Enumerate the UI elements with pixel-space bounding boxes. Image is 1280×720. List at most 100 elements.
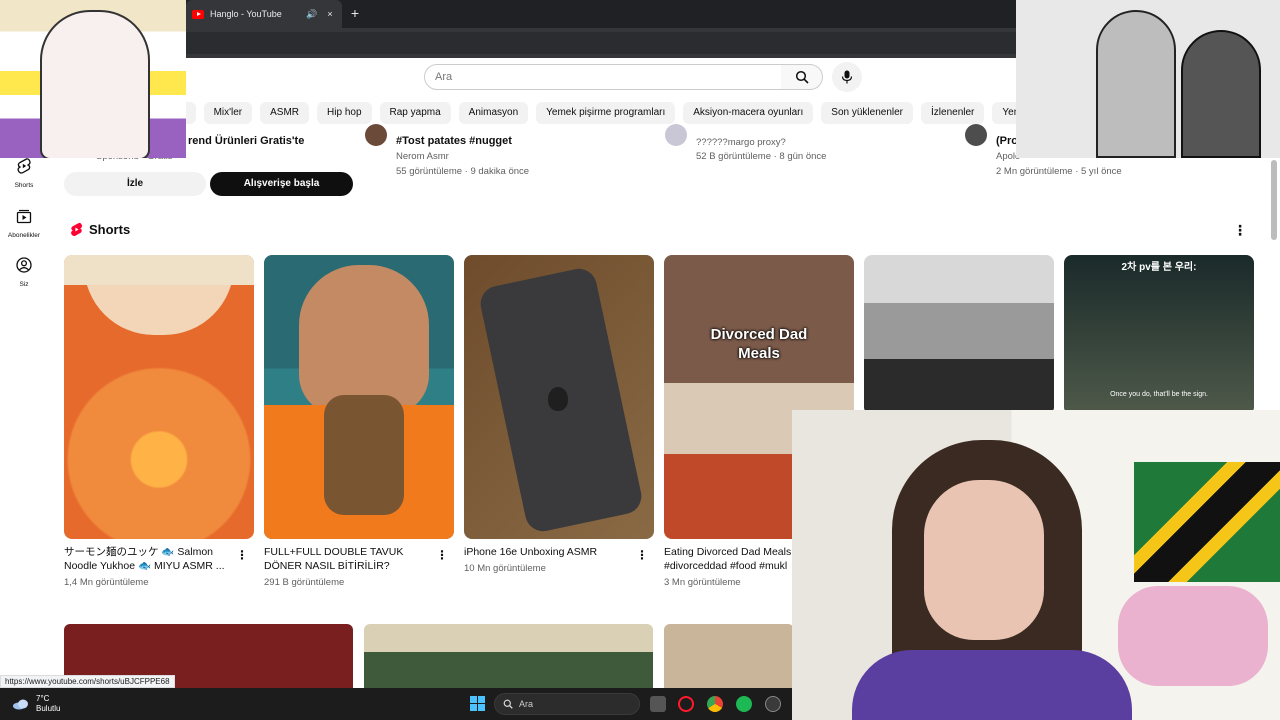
browser-tab[interactable]: Hanglo - YouTube 🔊 × (186, 0, 342, 28)
cloud-icon (13, 699, 28, 710)
channel-name[interactable]: Nerom Asmr (396, 151, 449, 162)
avatar[interactable] (365, 124, 387, 146)
ad-title[interactable]: rend Ürünleri Gratis'te (188, 135, 304, 147)
overlay-webcam (792, 410, 1280, 720)
webcam-flag (1134, 462, 1280, 582)
taskbar: 7°C Bulutlu Ara (0, 688, 800, 720)
app-icon[interactable] (765, 696, 781, 712)
shorts-icon (17, 158, 31, 174)
chip[interactable]: Yemek pişirme programları (536, 102, 676, 124)
short-views: 10 Mn görüntüleme (464, 563, 546, 574)
chip[interactable]: Aksiyon-macera oyunları (683, 102, 814, 124)
browser-tab-strip: Hanglo - YouTube 🔊 × + (186, 0, 1016, 28)
short-thumbnail[interactable] (64, 255, 254, 539)
overlay-manga-art-right (1016, 0, 1280, 158)
short-thumbnail[interactable] (864, 255, 1054, 415)
new-tab-button[interactable]: + (346, 5, 364, 21)
chip[interactable]: İzlenenler (921, 102, 985, 124)
filter-chips-bar: nMix'lerASMRHip hopRap yapmaAnimasyonYem… (170, 102, 1016, 124)
opera-icon[interactable] (678, 696, 694, 712)
search-icon (795, 70, 809, 84)
chip[interactable]: Yeni öneriler (992, 102, 1016, 124)
microphone-icon (841, 70, 853, 84)
overlay-anime-art-left (0, 0, 186, 158)
status-url: https://www.youtube.com/shorts/uBJCFPPE6… (0, 675, 175, 688)
chip[interactable]: ASMR (260, 102, 310, 124)
short-thumbnail[interactable] (264, 255, 454, 539)
shelf-title: Shorts (89, 222, 131, 237)
chrome-icon[interactable] (707, 696, 723, 712)
manga-figure (1096, 10, 1176, 158)
video-meta: 52 B görüntüleme · 8 gün önce (696, 151, 827, 162)
video-title[interactable]: (Pro (996, 135, 1018, 147)
taskbar-search[interactable]: Ara (494, 693, 640, 715)
short-thumbnail[interactable] (464, 255, 654, 539)
thumbnail-overlay-text: Divorced Dad Meals (710, 326, 808, 362)
short-title[interactable]: iPhone 16e Unboxing ASMR (464, 545, 634, 559)
shorts-shelf-header: Shorts (70, 222, 130, 237)
chip[interactable]: Rap yapma (379, 102, 451, 124)
short-views: 291 B görüntüleme (264, 577, 345, 588)
chip[interactable]: Hip hop (317, 102, 372, 124)
temperature: 7°C (36, 694, 50, 703)
more-options-icon[interactable]: ⋮ (236, 548, 248, 562)
guide-label-shorts: Shorts (14, 182, 34, 189)
subscriptions-icon (16, 209, 32, 224)
scrollbar[interactable] (1271, 160, 1277, 240)
address-bar (186, 28, 1016, 58)
guide-item-you[interactable]: Siz (0, 257, 48, 288)
guide-item-subscriptions[interactable]: Abonelikler (0, 208, 48, 239)
video-meta: 55 görüntüleme · 9 dakika önce (396, 166, 530, 177)
short-title[interactable]: サーモン麺のユッケ 🐟 Salmon Noodle Yukhoe 🐟 MIYU … (64, 545, 234, 573)
webcam-person-face (924, 480, 1044, 640)
chip[interactable]: Animasyon (458, 102, 529, 124)
anime-figure (40, 10, 150, 158)
spotify-icon[interactable] (736, 696, 752, 712)
shop-button[interactable]: Alışverişe başla (210, 172, 353, 196)
more-options-icon[interactable]: ⋮ (436, 548, 448, 562)
search-button[interactable] (781, 64, 823, 90)
task-view-icon[interactable] (650, 696, 666, 712)
youtube-favicon-icon (192, 9, 204, 19)
thumbnail-overlay-text: 2차 pv를 본 우리: (1121, 262, 1197, 273)
tab-title: Hanglo - YouTube (210, 9, 282, 19)
thumbnail-food (324, 395, 404, 515)
address-field[interactable] (186, 32, 1016, 54)
guide-item-shorts[interactable]: Shorts (0, 158, 48, 189)
watch-button[interactable]: İzle (64, 172, 206, 196)
taskbar-search-placeholder: Ara (519, 699, 534, 709)
shorts-logo-icon (71, 222, 83, 237)
windows-start-icon[interactable] (470, 696, 485, 711)
video-title[interactable]: #Tost patates #nugget (396, 135, 512, 147)
webcam-person-shirt (852, 650, 1132, 720)
thumbnail-hair (64, 255, 254, 285)
more-options-icon[interactable]: ⋮ (1232, 222, 1248, 242)
video-meta: 2 Mn görüntüleme · 5 yıl önce (996, 166, 1122, 177)
short-title[interactable]: FULL+FULL DOUBLE TAVUK DÖNER NASIL BİTİR… (264, 545, 434, 573)
search-icon (503, 699, 513, 709)
tab-close-icon[interactable]: × (324, 9, 336, 19)
chip[interactable]: Mix'ler (203, 102, 253, 124)
video-title[interactable]: ??????margo proxy? (696, 137, 786, 148)
manga-figure (1181, 30, 1261, 158)
video-thumbnail[interactable] (364, 624, 653, 694)
weather-widget[interactable]: 7°C Bulutlu (12, 694, 60, 714)
guide-label-subscriptions: Abonelikler (7, 232, 41, 239)
screen: Hanglo - YouTube 🔊 × + Ara nMix'lerASMRH… (0, 0, 1280, 720)
speaker-icon[interactable]: 🔊 (306, 9, 318, 20)
short-title[interactable]: Eating Divorced Dad Meals #divorceddad #… (664, 545, 792, 573)
you-icon (16, 257, 32, 273)
more-options-icon[interactable]: ⋮ (636, 548, 648, 562)
short-views: 1,4 Mn görüntüleme (64, 577, 149, 588)
voice-search-button[interactable] (832, 62, 862, 92)
video-thumbnail[interactable] (664, 624, 794, 694)
avatar[interactable] (965, 124, 987, 146)
search-input[interactable]: Ara (424, 64, 782, 90)
short-thumbnail[interactable]: 2차 pv를 본 우리: Once you do, that'll be the… (1064, 255, 1254, 415)
apple-logo-icon (548, 387, 568, 411)
chip[interactable]: Son yüklenenler (821, 102, 914, 124)
avatar[interactable] (665, 124, 687, 146)
webcam-figure-sticker (1118, 586, 1268, 686)
weather-condition: Bulutlu (36, 704, 61, 713)
thumbnail-person (299, 265, 429, 415)
